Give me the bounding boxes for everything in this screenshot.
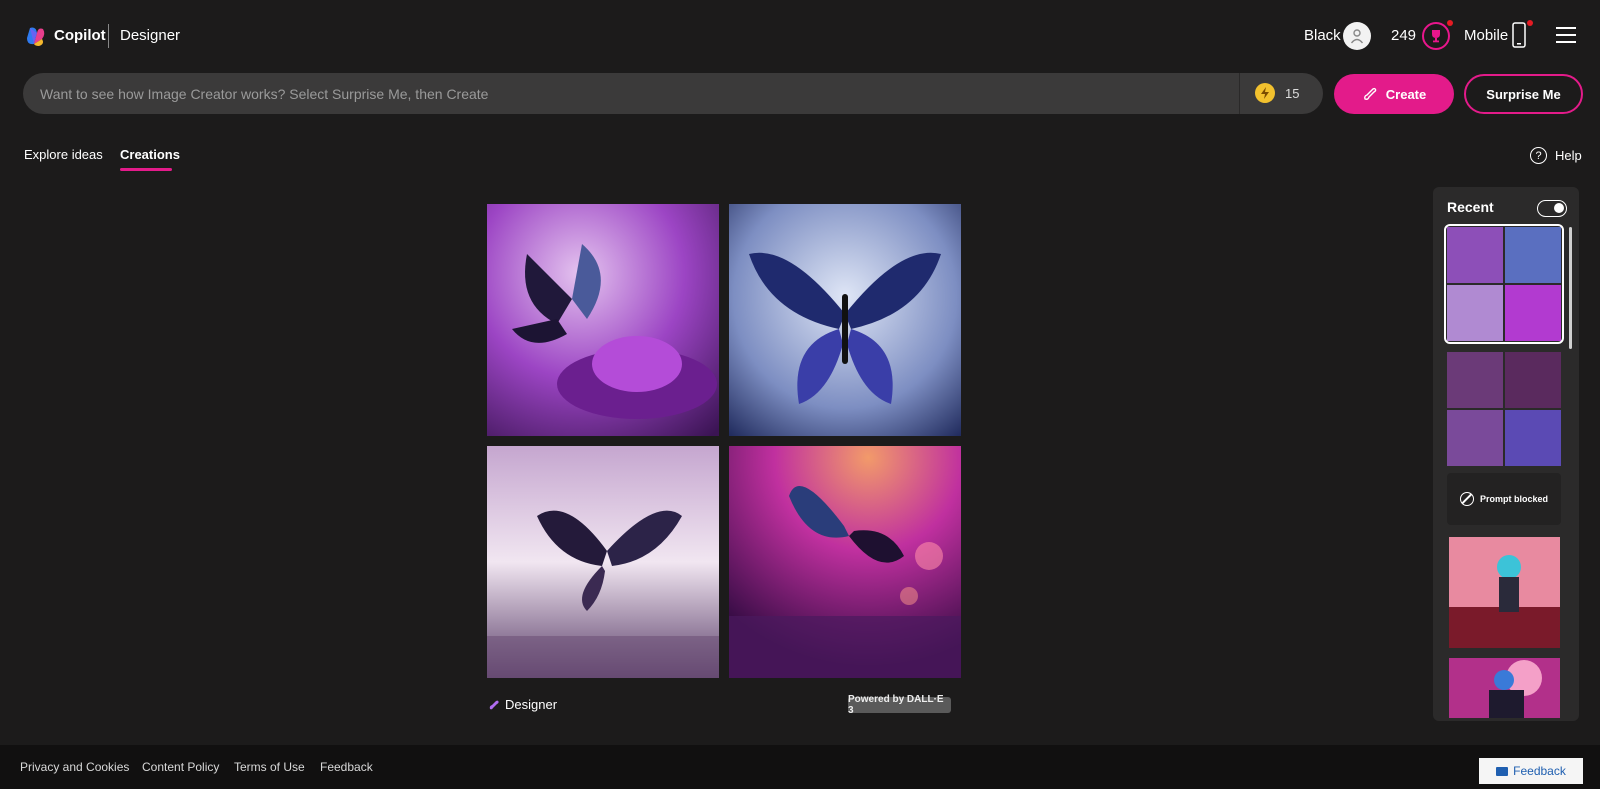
toggle-knob <box>1554 203 1564 213</box>
boost-count: 15 <box>1285 86 1300 101</box>
page-footer: Privacy and Cookies Content Policy Terms… <box>0 745 1600 789</box>
butterfly-pink-bokeh-image[interactable] <box>729 446 961 678</box>
help-label: Help <box>1555 148 1582 163</box>
top-header: Copilot Designer Black 249 Mobile <box>0 0 1600 72</box>
user-avatar-icon[interactable] <box>1343 22 1371 50</box>
product-name[interactable]: Designer <box>120 27 180 44</box>
butterfly-meadow-image[interactable] <box>487 446 719 678</box>
brush-icon <box>1363 87 1377 100</box>
surprise-me-button[interactable]: Surprise Me <box>1464 74 1583 114</box>
recent-thumb <box>1447 352 1503 408</box>
recent-scrollbar[interactable] <box>1569 227 1572 349</box>
help-question-icon: ? <box>1530 147 1547 164</box>
create-button-label: Create <box>1385 86 1427 102</box>
recent-thumb <box>1505 227 1561 283</box>
help-button[interactable]: ? Help <box>1530 147 1582 164</box>
footer-link-feedback[interactable]: Feedback <box>320 760 373 774</box>
recent-toggle[interactable] <box>1537 200 1567 217</box>
footer-link-terms[interactable]: Terms of Use <box>234 760 305 774</box>
active-tab-indicator <box>120 168 172 171</box>
feedback-button-label: Feedback <box>1513 764 1566 778</box>
designer-logo-icon <box>489 700 499 709</box>
blocked-icon <box>1459 492 1474 506</box>
rewards-trophy-icon[interactable] <box>1422 22 1450 50</box>
designer-watermark-label: Designer <box>505 697 558 712</box>
copilot-logo-icon[interactable] <box>25 25 47 47</box>
mobile-label[interactable]: Mobile <box>1464 27 1508 44</box>
create-button[interactable]: Create <box>1334 74 1454 114</box>
footer-link-content-policy[interactable]: Content Policy <box>142 760 219 774</box>
recent-thumb <box>1447 410 1503 466</box>
hamburger-menu-icon[interactable] <box>1556 27 1576 43</box>
mobile-phone-icon[interactable] <box>1512 22 1526 48</box>
recent-panel: Recent Prompt blocked <box>1433 187 1579 721</box>
feedback-button[interactable]: Feedback <box>1479 758 1583 784</box>
boost-lightning-icon[interactable] <box>1255 83 1275 103</box>
recent-thumb <box>1505 285 1561 341</box>
powered-by-dalle-badge: Powered by DALL·E 3 <box>848 694 951 716</box>
brand-name[interactable]: Copilot <box>54 27 106 44</box>
brand-divider <box>108 24 109 48</box>
tab-explore-ideas[interactable]: Explore ideas <box>24 147 103 162</box>
recent-set-1[interactable] <box>1444 224 1564 344</box>
prompt-bar: 15 <box>23 73 1323 114</box>
surprise-me-label: Surprise Me <box>1486 86 1561 102</box>
rewards-notification-dot <box>1447 20 1453 26</box>
recent-image-motorcycle[interactable] <box>1449 537 1560 648</box>
recent-thumb <box>1447 227 1503 283</box>
user-name[interactable]: Black <box>1304 27 1341 44</box>
prompt-bar-divider <box>1239 73 1240 114</box>
recent-thumb <box>1505 352 1561 408</box>
recent-thumb <box>1505 410 1561 466</box>
prompt-blocked-label: Prompt blocked <box>1479 494 1548 504</box>
designer-watermark: Designer <box>488 697 557 712</box>
butterfly-blue-wings-image[interactable] <box>729 204 961 436</box>
prompt-blocked-card[interactable]: Prompt blocked <box>1447 473 1561 525</box>
recent-title: Recent <box>1447 199 1494 215</box>
mobile-notification-dot <box>1527 20 1533 26</box>
tab-creations[interactable]: Creations <box>120 147 180 162</box>
feedback-chat-icon <box>1496 766 1509 776</box>
butterfly-purple-flower-image[interactable] <box>487 204 719 436</box>
recent-image-portrait[interactable] <box>1449 658 1560 718</box>
points-count[interactable]: 249 <box>1391 27 1416 44</box>
recent-set-2[interactable] <box>1447 352 1561 466</box>
footer-link-privacy[interactable]: Privacy and Cookies <box>20 760 129 774</box>
prompt-input[interactable] <box>40 73 1240 114</box>
recent-thumb <box>1447 285 1503 341</box>
